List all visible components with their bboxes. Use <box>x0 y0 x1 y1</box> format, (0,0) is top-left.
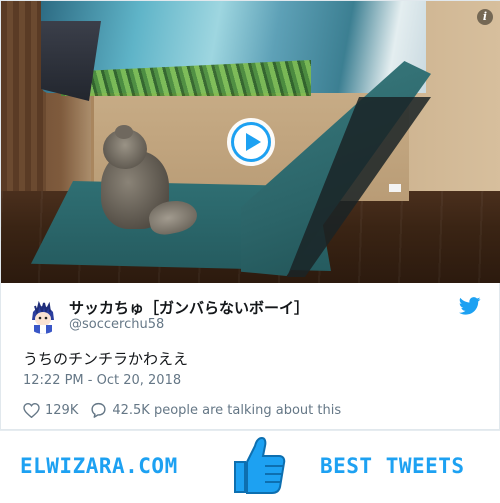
speech-bubble-icon <box>91 402 106 418</box>
tweet-text: うちのチンチラかわええ <box>23 350 189 368</box>
like-button[interactable]: 129K <box>23 402 79 418</box>
conversation-link[interactable]: 42.5K people are talking about this <box>90 402 341 418</box>
user-handle[interactable]: @soccerchu58 <box>69 317 164 332</box>
talking-count-text: 42.5K people are talking about this <box>112 402 342 418</box>
info-icon[interactable]: i <box>477 9 493 25</box>
wooden-door <box>1 1 46 201</box>
avatar[interactable] <box>25 298 61 334</box>
tweet-actions: 129K 42.5K people are talking about this <box>23 400 341 420</box>
best-tweets-label: BEST TWEETS <box>320 454 465 478</box>
chinchilla-ear <box>115 125 133 139</box>
box-label <box>389 184 401 192</box>
thumbs-up-icon <box>225 432 289 498</box>
display-name[interactable]: サッカちゅ［ガンバらないボーイ］ <box>69 297 309 318</box>
video-thumbnail[interactable]: i <box>1 1 500 283</box>
avatar-illustration-icon <box>25 298 61 334</box>
embedded-tweet-card: i サッカちゅ［ガンバらないボーイ］ @soccerchu58 うちのチンチラか… <box>0 0 500 430</box>
tweet-timestamp[interactable]: 12:22 PM - Oct 20, 2018 <box>23 373 181 388</box>
twitter-bird-icon[interactable] <box>458 297 481 315</box>
like-count: 129K <box>45 402 79 418</box>
play-icon[interactable] <box>231 122 271 162</box>
site-name-label: ELWIZARA.COM <box>20 454 178 478</box>
heart-icon <box>23 402 40 418</box>
